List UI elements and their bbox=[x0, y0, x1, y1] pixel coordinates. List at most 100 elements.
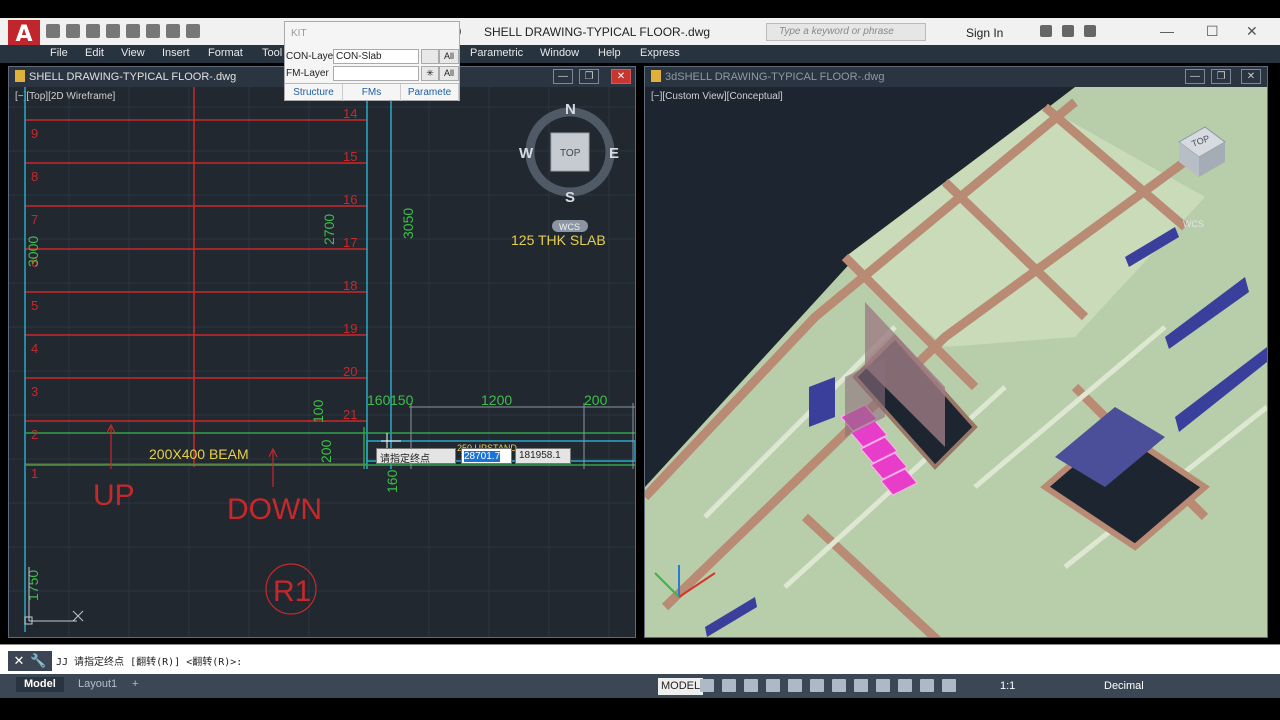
kit-palette: KIT CON-Layer CON-Slab All FM-Layer ✳ Al… bbox=[284, 21, 460, 101]
close-button[interactable]: ✕ bbox=[1246, 23, 1258, 40]
left-close-button[interactable]: ✕ bbox=[611, 69, 631, 84]
row-label-18: 18 bbox=[343, 278, 357, 293]
command-line[interactable]: ✕ 🔧 JJ 请指定终点 [翻转(R)] <翻转(R)>: bbox=[0, 644, 1280, 674]
tab-fms[interactable]: FMs bbox=[343, 84, 401, 101]
slab-annotation: 125 THK SLAB bbox=[511, 232, 606, 248]
otrack-icon[interactable] bbox=[832, 679, 846, 692]
sign-in-button[interactable]: Sign In bbox=[966, 26, 1003, 40]
right-minimize-button[interactable]: — bbox=[1185, 69, 1205, 84]
tab-structure[interactable]: Structure bbox=[285, 84, 343, 101]
fm-layer-label: FM-Layer bbox=[286, 68, 329, 79]
taskbar-strip bbox=[0, 698, 1280, 720]
menu-view[interactable]: View bbox=[121, 47, 145, 59]
infer-icon[interactable] bbox=[744, 679, 758, 692]
menu-file[interactable]: File bbox=[50, 47, 68, 59]
wcs-badge-label[interactable]: WCS bbox=[559, 222, 580, 232]
menu-parametric[interactable]: Parametric bbox=[470, 47, 523, 59]
open-icon[interactable] bbox=[66, 24, 80, 38]
viewcube-top-face[interactable]: TOP bbox=[560, 148, 581, 159]
command-text[interactable]: JJ 请指定终点 [翻转(R)] <翻转(R)>: bbox=[56, 653, 242, 668]
grid-icon[interactable] bbox=[700, 679, 714, 692]
exchange-icon[interactable] bbox=[1062, 25, 1074, 37]
menu-express[interactable]: Express bbox=[640, 47, 680, 59]
fm-pick-icon[interactable]: ✳ bbox=[421, 66, 439, 81]
right-restore-button[interactable]: ❐ bbox=[1211, 69, 1231, 84]
row-label-4: 4 bbox=[31, 341, 38, 356]
kit-title: KIT bbox=[291, 28, 307, 39]
con-layer-select[interactable]: CON-Slab bbox=[333, 49, 419, 64]
row-label-19: 19 bbox=[343, 321, 357, 336]
annotation-scale[interactable]: 1:1 bbox=[1000, 680, 1015, 692]
beam-annotation: 200X400 BEAM bbox=[149, 446, 249, 462]
minimize-button[interactable]: — bbox=[1160, 23, 1174, 39]
row-label-2: 2 bbox=[31, 427, 38, 442]
row-label-5: 5 bbox=[31, 298, 38, 313]
ortho-icon[interactable] bbox=[766, 679, 780, 692]
row-label-17: 17 bbox=[343, 235, 357, 250]
isodraft-icon[interactable] bbox=[810, 679, 824, 692]
save-icon[interactable] bbox=[86, 24, 100, 38]
dynamic-input-x[interactable]: 28701.7 bbox=[461, 448, 512, 464]
left-minimize-button[interactable]: — bbox=[553, 69, 573, 84]
right-viewport[interactable]: 3dSHELL DRAWING-TYPICAL FLOOR-.dwg — ❐ ✕… bbox=[644, 66, 1268, 638]
close-cmd-icon[interactable]: ✕ bbox=[13, 653, 24, 669]
menu-window[interactable]: Window bbox=[540, 47, 579, 59]
conceptual-3d-canvas[interactable]: TOP WCS bbox=[645, 87, 1267, 637]
left-restore-button[interactable]: ❐ bbox=[579, 69, 599, 84]
status-bar: Model Layout1 + MODEL 1:1 Decimal bbox=[0, 674, 1280, 698]
print-icon[interactable] bbox=[146, 24, 160, 38]
cart-icon[interactable] bbox=[1040, 25, 1052, 37]
row-label-7: 7 bbox=[31, 212, 38, 227]
tab-layout1[interactable]: Layout1 bbox=[70, 677, 125, 692]
tab-model[interactable]: Model bbox=[16, 677, 64, 692]
fm-layer-select[interactable] bbox=[333, 66, 419, 81]
osnap-icon[interactable] bbox=[854, 679, 868, 692]
tab-parameters[interactable]: Paramete bbox=[401, 84, 459, 101]
help-icon[interactable] bbox=[1084, 25, 1096, 37]
units-select[interactable]: Decimal bbox=[1104, 680, 1144, 692]
fm-all-button[interactable]: All bbox=[439, 66, 459, 81]
dynamic-input-y[interactable]: 181958.1 bbox=[515, 448, 571, 464]
dwg-file-icon bbox=[15, 70, 25, 82]
wireframe-canvas[interactable]: 9 8 7 6 5 4 3 2 1 14 15 16 17 18 19 20 2… bbox=[9, 87, 635, 637]
new-icon[interactable] bbox=[46, 24, 60, 38]
annotation-icon[interactable] bbox=[942, 679, 956, 692]
menu-insert[interactable]: Insert bbox=[162, 47, 190, 59]
left-viewport[interactable]: SHELL DRAWING-TYPICAL FLOOR-.dwg — ❐ ✕ [… bbox=[8, 66, 636, 638]
undo-icon[interactable] bbox=[166, 24, 180, 38]
compass-west[interactable]: W bbox=[519, 145, 534, 162]
search-input[interactable]: Type a keyword or phrase bbox=[766, 23, 926, 41]
title-icons bbox=[1040, 25, 1096, 37]
menu-format[interactable]: Format bbox=[208, 47, 243, 59]
dim-1200: 1200 bbox=[481, 392, 512, 408]
customize-wrench-icon[interactable]: 🔧 bbox=[30, 653, 46, 669]
selection-cycle-icon[interactable] bbox=[920, 679, 934, 692]
menu-help[interactable]: Help bbox=[598, 47, 621, 59]
model-space-button[interactable]: MODEL bbox=[658, 678, 704, 695]
polar-icon[interactable] bbox=[788, 679, 802, 692]
menu-tools[interactable]: Tool bbox=[262, 47, 282, 59]
compass-north[interactable]: N bbox=[565, 101, 576, 118]
web-icon[interactable] bbox=[126, 24, 140, 38]
compass-south[interactable]: S bbox=[565, 189, 575, 206]
right-close-button[interactable]: ✕ bbox=[1241, 69, 1261, 84]
title-bar: A 19 SHELL DRAWING-TYPICAL FLOOR-.dwg Ty… bbox=[0, 18, 1280, 54]
dim-1750: 1750 bbox=[25, 570, 41, 601]
dynamic-input-x-value: 28701.7 bbox=[464, 451, 501, 462]
add-layout-button[interactable]: + bbox=[124, 677, 146, 692]
save-as-icon[interactable] bbox=[106, 24, 120, 38]
snap-icon[interactable] bbox=[722, 679, 736, 692]
con-all-button[interactable]: All bbox=[439, 49, 459, 64]
compass-east[interactable]: E bbox=[609, 145, 619, 162]
menu-edit[interactable]: Edit bbox=[85, 47, 104, 59]
r1-annotation: R1 bbox=[273, 575, 311, 608]
redo-icon[interactable] bbox=[186, 24, 200, 38]
up-annotation: UP bbox=[93, 479, 135, 512]
document-title: SHELL DRAWING-TYPICAL FLOOR-.dwg bbox=[484, 25, 711, 39]
down-annotation: DOWN bbox=[227, 493, 322, 526]
lineweight-icon[interactable] bbox=[876, 679, 890, 692]
wcs-3d-label[interactable]: WCS bbox=[1183, 219, 1204, 229]
con-pick-button[interactable] bbox=[421, 49, 439, 64]
transparency-icon[interactable] bbox=[898, 679, 912, 692]
maximize-button[interactable]: ☐ bbox=[1206, 23, 1219, 40]
